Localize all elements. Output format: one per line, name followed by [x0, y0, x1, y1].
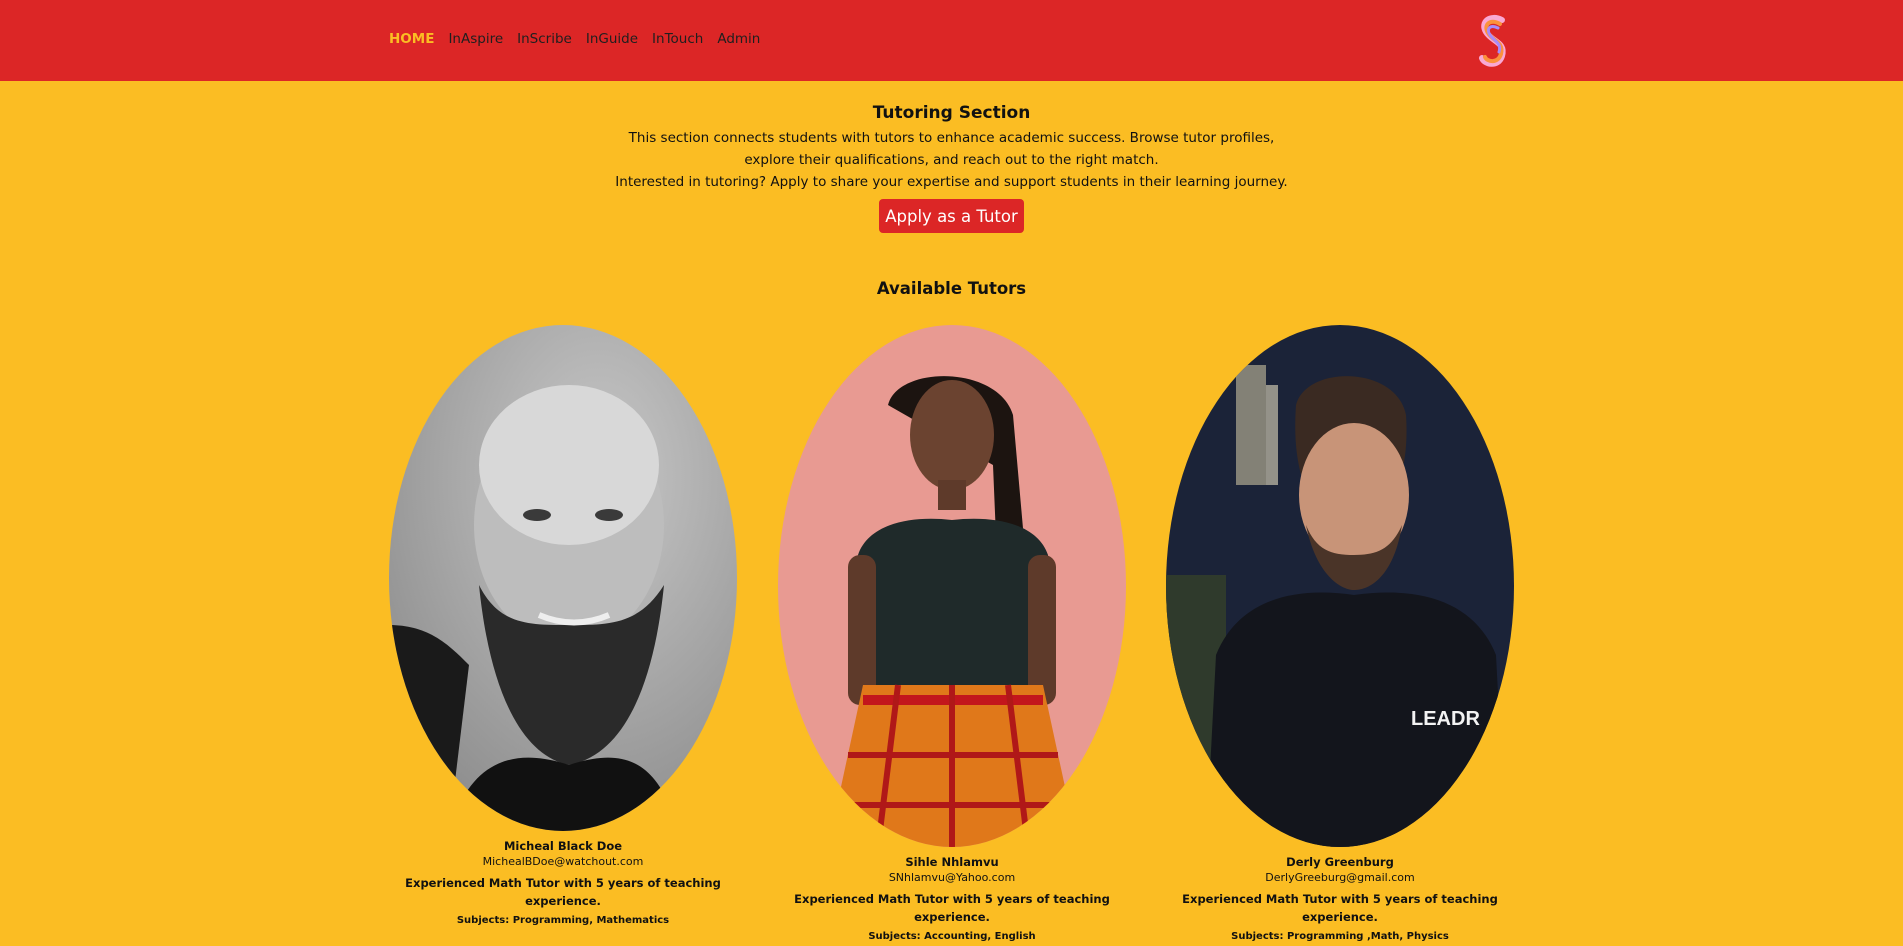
tutor-name: Sihle Nhlamvu — [905, 855, 999, 869]
tutor-subjects: Subjects: Accounting, English — [868, 931, 1036, 942]
tutor-subjects: Subjects: Programming, Mathematics — [456, 915, 670, 926]
nav-inscribe[interactable]: InScribe — [517, 31, 572, 47]
top-navigation-bar: HOME InAspire InScribe InGuide InTouch A… — [0, 0, 1903, 81]
tutor-description: Experienced Math Tutor with 5 years of t… — [1182, 892, 1498, 924]
tutor-name: Micheal Black Doe — [503, 839, 623, 853]
hoodie-leadr-text: LEADR — [1411, 708, 1480, 730]
brand-s-logo-icon[interactable] — [1472, 12, 1516, 72]
apply-prompt: Interested in tutoring? Apply to share y… — [615, 174, 1288, 190]
nav-intouch[interactable]: InTouch — [652, 31, 703, 47]
nav-inaspire[interactable]: InAspire — [448, 31, 503, 47]
tutor-photo-derly: LEADR — [1166, 325, 1514, 847]
tutor-email[interactable]: MichealBDoe@watchout.com — [388, 854, 738, 870]
tutor-email[interactable]: DerlyGreeburg@gmail.com — [1165, 870, 1515, 886]
tutor-description: Experienced Math Tutor with 5 years of t… — [405, 876, 721, 908]
tutoring-intro: Tutoring Section This section connects s… — [0, 103, 1903, 193]
tutor-description: Experienced Math Tutor with 5 years of t… — [794, 892, 1110, 924]
apply-as-tutor-button[interactable]: Apply as a Tutor — [879, 199, 1024, 233]
section-description: This section connects students with tuto… — [628, 130, 1275, 168]
nav-home[interactable]: HOME — [389, 31, 434, 47]
available-tutors-heading: Available Tutors — [876, 279, 1027, 298]
main-nav: HOME InAspire InScribe InGuide InTouch A… — [389, 31, 760, 47]
nav-inguide[interactable]: InGuide — [586, 31, 638, 47]
section-title: Tutoring Section — [872, 103, 1031, 123]
tutor-name: Derly Greenburg — [1286, 855, 1394, 869]
tutor-card[interactable]: LEADR Derly Greenburg DerlyGreeburg@gmai… — [1165, 325, 1515, 946]
nav-admin[interactable]: Admin — [717, 31, 760, 47]
tutor-subjects: Subjects: Programming ,Math, Physics — [1231, 931, 1449, 942]
tutor-card[interactable]: Micheal Black Doe MichealBDoe@watchout.c… — [388, 325, 738, 930]
tutor-photo-sihle — [778, 325, 1126, 847]
tutor-card[interactable]: Sihle Nhlamvu SNhlamvu@Yahoo.com Experie… — [777, 325, 1127, 946]
tutor-email[interactable]: SNhlamvu@Yahoo.com — [777, 870, 1127, 886]
tutor-photo-micheal — [389, 325, 737, 831]
